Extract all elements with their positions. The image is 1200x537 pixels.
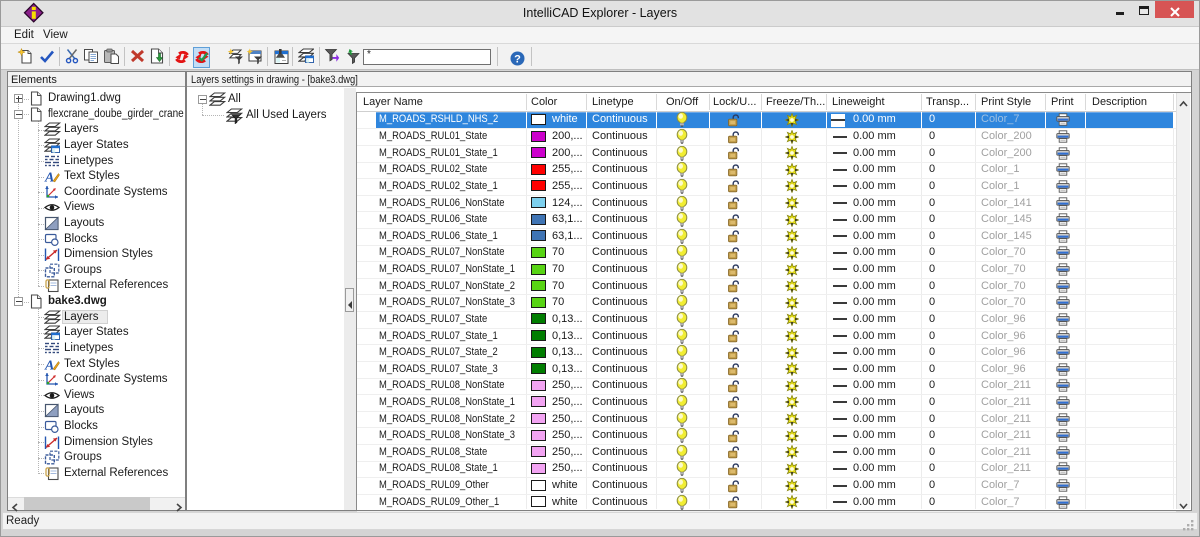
svg-text:?: ? — [514, 54, 521, 66]
svg-text:A: A — [44, 358, 54, 372]
svg-text:A: A — [44, 171, 54, 185]
